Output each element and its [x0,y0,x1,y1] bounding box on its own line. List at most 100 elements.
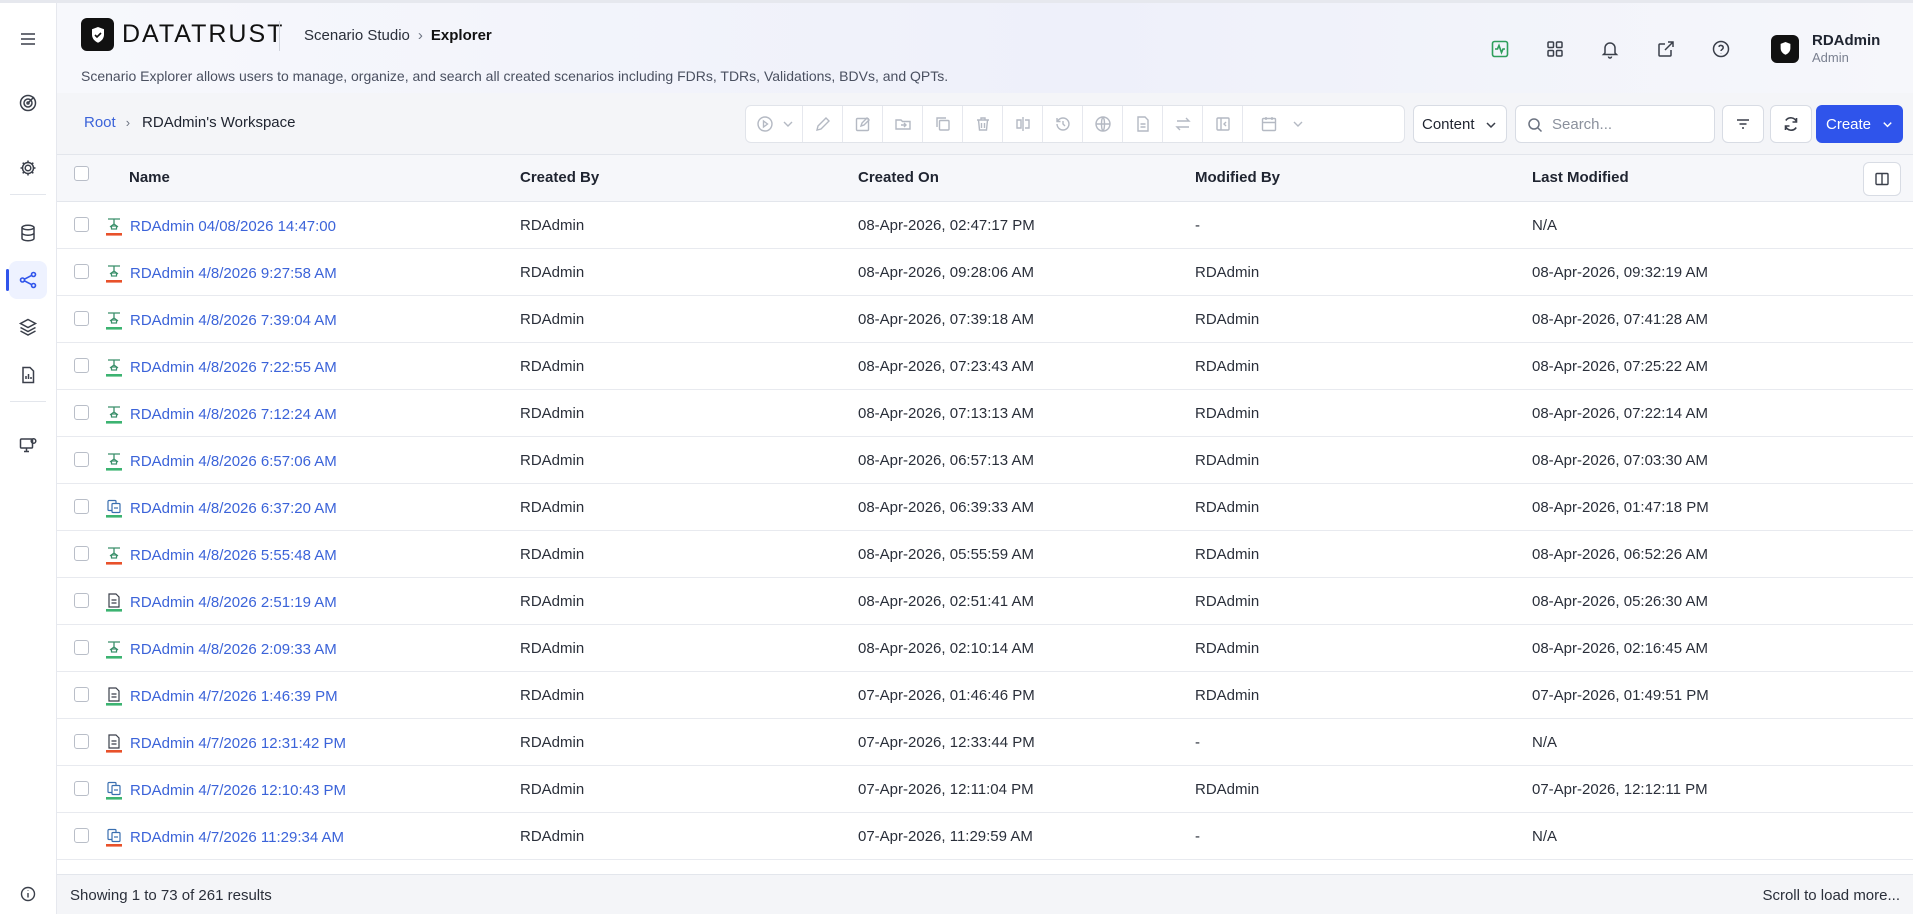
breadcrumb-root-link[interactable]: Root [84,114,116,131]
last-modified-cell: 08-Apr-2026, 07:41:28 AM [1532,311,1708,328]
modified-by-cell: RDAdmin [1195,687,1260,704]
database-icon[interactable] [9,214,47,252]
select-all-checkbox[interactable] [74,166,89,181]
scenario-name-link[interactable]: RDAdmin 4/8/2026 6:57:06 AM [130,453,337,470]
copy-icon[interactable] [924,106,962,142]
scenario-name-link[interactable]: RDAdmin 4/8/2026 5:55:48 AM [130,547,337,564]
table-row[interactable]: RDAdmin 4/7/2026 1:46:39 PM RDAdmin 07-Apr… [57,672,1913,719]
table-row[interactable]: RDAdmin 4/8/2026 7:12:24 AM RDAdmin 08-Apr… [57,390,1913,437]
column-header-created-on[interactable]: Created On [858,169,939,186]
table-row[interactable]: RDAdmin 4/8/2026 6:57:06 AM RDAdmin 08-Apr… [57,437,1913,484]
document-report-icon[interactable] [1124,106,1162,142]
scenario-name-link[interactable]: RDAdmin 4/8/2026 2:51:19 AM [130,594,337,611]
row-checkbox[interactable] [74,546,89,561]
created-on-cell: 08-Apr-2026, 02:47:17 PM [858,217,1035,234]
scenario-name-link[interactable]: RDAdmin 4/7/2026 12:10:43 PM [130,782,346,799]
content-filter-label: Content [1422,115,1475,133]
table-row[interactable]: RDAdmin 4/8/2026 7:22:55 AM RDAdmin 08-Apr… [57,343,1913,390]
row-checkbox[interactable] [74,311,89,326]
last-modified-cell: 08-Apr-2026, 02:16:45 AM [1532,640,1708,657]
row-checkbox[interactable] [74,405,89,420]
row-checkbox[interactable] [74,217,89,232]
table-row[interactable]: RDAdmin 4/7/2026 12:31:42 PM RDAdmin 07-Ap… [57,719,1913,766]
apps-grid-icon[interactable] [1542,36,1568,62]
columns-icon [1875,172,1889,186]
scenario-name-link[interactable]: RDAdmin 4/8/2026 6:37:20 AM [130,500,337,517]
scenario-name-link[interactable]: RDAdmin 4/8/2026 7:12:24 AM [130,406,337,423]
table-row[interactable]: RDAdmin 4/8/2026 2:09:33 AM RDAdmin 08-Apr… [57,625,1913,672]
table-row[interactable]: RDAdmin 4/8/2026 6:37:20 AM RDAdmin 08-Apr… [57,484,1913,531]
table-row[interactable]: RDAdmin 4/8/2026 7:39:04 AM RDAdmin 08-Apr… [57,296,1913,343]
scenario-name-link[interactable]: RDAdmin 4/8/2026 2:09:33 AM [130,641,337,658]
scenario-name-link[interactable]: RDAdmin 4/8/2026 7:22:55 AM [130,359,337,376]
user-menu[interactable]: RDAdmin Admin [1771,32,1880,65]
search-input[interactable] [1552,114,1702,134]
scenario-name-link[interactable]: RDAdmin 4/8/2026 7:39:04 AM [130,312,337,329]
report-icon[interactable] [9,356,47,394]
edit-pencil-icon[interactable] [804,106,842,142]
activity-monitor-icon[interactable] [1487,36,1513,62]
table-row[interactable]: RDAdmin 4/7/2026 11:29:34 AM RDAdmin 07-Ap… [57,813,1913,860]
compare-icon[interactable] [1004,106,1042,142]
calendar-dropdown-chevron-icon[interactable] [1284,106,1312,142]
monitor-settings-icon[interactable] [9,426,47,464]
scenario-name-link[interactable]: RDAdmin 4/8/2026 9:27:58 AM [130,265,337,282]
table-row[interactable]: RDAdmin 4/8/2026 5:55:48 AM RDAdmin 08-Apr… [57,531,1913,578]
row-checkbox[interactable] [74,358,89,373]
scenario-studio-link[interactable]: Scenario Studio [304,27,410,44]
scenario-explorer-icon[interactable] [6,261,47,299]
column-header-created-by[interactable]: Created By [520,169,599,186]
row-checkbox[interactable] [74,781,89,796]
help-icon[interactable] [1708,36,1734,62]
toolbar-divider [1162,106,1163,142]
column-header-modified-by[interactable]: Modified By [1195,169,1280,186]
scenario-name-link[interactable]: RDAdmin 04/08/2026 14:47:00 [130,218,336,235]
row-checkbox[interactable] [74,640,89,655]
filter-button[interactable] [1722,105,1764,143]
history-icon[interactable] [1044,106,1082,142]
scenario-name-link[interactable]: RDAdmin 4/7/2026 1:46:39 PM [130,688,338,705]
row-checkbox[interactable] [74,828,89,843]
row-checkbox[interactable] [74,264,89,279]
modified-by-cell: RDAdmin [1195,546,1260,563]
page-title: Explorer [430,27,492,44]
app-logo[interactable]: DATATRUST [81,18,284,51]
table-row[interactable]: RDAdmin 4/7/2026 12:10:43 PM RDAdmin 07-Ap… [57,766,1913,813]
run-dropdown-chevron-icon[interactable] [776,106,800,142]
move-to-folder-icon[interactable] [884,106,922,142]
layers-icon[interactable] [9,308,47,346]
create-button[interactable]: Create [1816,105,1903,143]
external-link-icon[interactable] [1653,36,1679,62]
modified-by-cell: RDAdmin [1195,311,1260,328]
scenario-name-link[interactable]: RDAdmin 4/7/2026 12:31:42 PM [130,735,346,752]
swap-arrows-icon[interactable] [1164,106,1202,142]
created-on-cell: 08-Apr-2026, 09:28:06 AM [858,264,1034,281]
row-checkbox[interactable] [74,452,89,467]
delete-trash-icon[interactable] [964,106,1002,142]
content-filter-select[interactable]: Content [1413,105,1507,143]
target-icon[interactable] [9,84,47,122]
table-row[interactable]: RDAdmin 4/8/2026 9:27:58 AM RDAdmin 08-Apr… [57,249,1913,296]
column-settings-button[interactable] [1863,162,1901,196]
menu-icon[interactable] [9,20,47,58]
modified-by-cell: RDAdmin [1195,264,1260,281]
row-checkbox[interactable] [74,687,89,702]
globe-icon[interactable] [1084,106,1122,142]
created-on-cell: 08-Apr-2026, 07:39:18 AM [858,311,1034,328]
notification-bell-icon[interactable] [1597,36,1623,62]
info-icon[interactable] [9,875,47,913]
settings-gear-icon[interactable] [9,149,47,187]
created-by-cell: RDAdmin [520,405,585,422]
created-by-cell: RDAdmin [520,499,585,516]
column-header-last-modified[interactable]: Last Modified [1532,169,1629,186]
table-row[interactable]: RDAdmin 4/8/2026 2:51:19 AM RDAdmin 08-Apr… [57,578,1913,625]
row-checkbox[interactable] [74,499,89,514]
table-row[interactable]: RDAdmin 04/08/2026 14:47:00 RDAdmin 08-Apr… [57,202,1913,249]
rename-icon[interactable] [844,106,882,142]
row-checkbox[interactable] [74,593,89,608]
refresh-button[interactable] [1770,105,1812,143]
column-header-name[interactable]: Name [129,169,170,186]
collapse-panel-icon[interactable] [1204,106,1242,142]
row-checkbox[interactable] [74,734,89,749]
scenario-name-link[interactable]: RDAdmin 4/7/2026 11:29:34 AM [130,829,344,846]
